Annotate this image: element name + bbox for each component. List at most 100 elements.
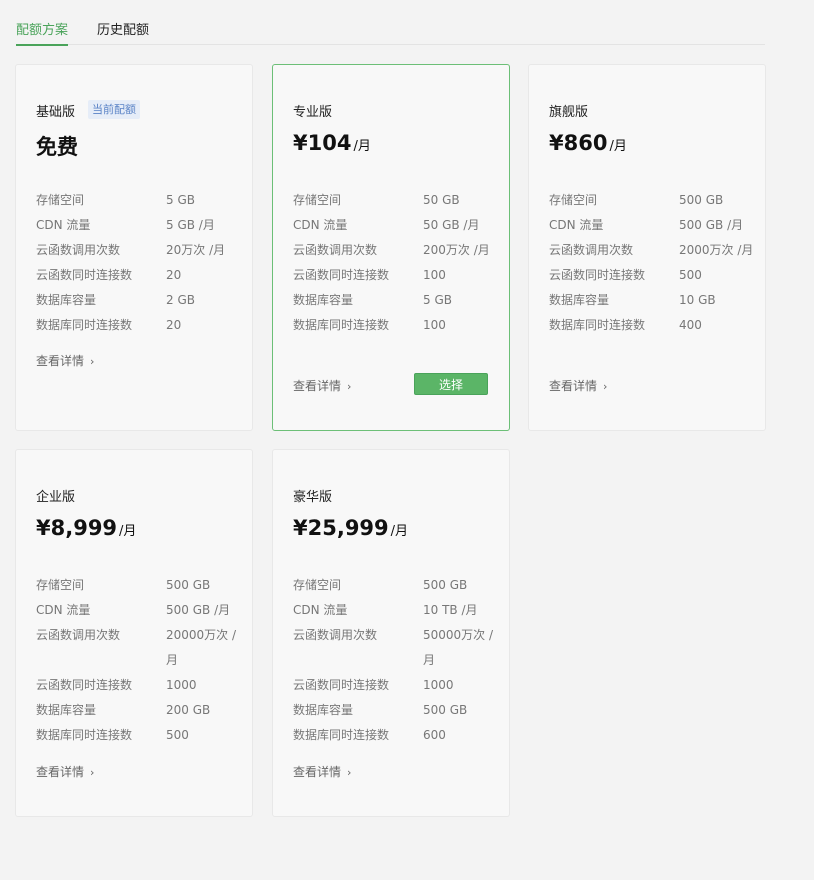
view-details-label: 查看详情 bbox=[549, 379, 598, 393]
spec-value: 20万次 /月 bbox=[166, 243, 226, 257]
spec-value: 10 GB bbox=[679, 293, 716, 307]
spec-value: 500 GB bbox=[679, 193, 724, 207]
spec-value: 20 bbox=[166, 268, 182, 282]
view-details-link[interactable]: 查看详情 › bbox=[549, 377, 607, 394]
plan-specs: 存储空间 500 GB CDN 流量 10 TB /月 云函数调用次数 50000万次… bbox=[293, 573, 498, 748]
spec-label: 云函数调用次数 bbox=[36, 628, 121, 642]
price-unit: /月 bbox=[119, 524, 137, 539]
spec-label: CDN 流量 bbox=[36, 603, 91, 617]
spec-row-calls: 云函数调用次数 20万次 /月 bbox=[36, 238, 241, 263]
view-details-label: 查看详情 bbox=[36, 765, 85, 779]
spec-label: 云函数同时连接数 bbox=[293, 678, 390, 692]
view-details-label: 查看详情 bbox=[293, 379, 342, 393]
spec-value: 400 bbox=[679, 318, 702, 332]
spec-label: CDN 流量 bbox=[293, 218, 348, 232]
plan-name: 豪华版 bbox=[293, 490, 333, 505]
spec-row-db-capacity: 数据库容量 2 GB bbox=[36, 288, 241, 313]
plan-specs: 存储空间 500 GB CDN 流量 500 GB /月 云函数调用次数 2000万次… bbox=[549, 188, 754, 338]
spec-row-db-connections: 数据库同时连接数 20 bbox=[36, 313, 241, 338]
plan-name: 企业版 bbox=[36, 490, 76, 505]
spec-row-concurrency: 云函数同时连接数 20 bbox=[36, 263, 241, 288]
spec-value: 500 bbox=[679, 268, 702, 282]
spec-row-db-capacity: 数据库容量 500 GB bbox=[293, 698, 498, 723]
spec-label: 数据库容量 bbox=[293, 703, 354, 717]
spec-row-cdn: CDN 流量 50 GB /月 bbox=[293, 213, 498, 238]
select-plan-button[interactable]: 选择 bbox=[414, 373, 488, 395]
spec-value: 50000万次 /月 bbox=[423, 628, 494, 667]
spec-label: 云函数同时连接数 bbox=[36, 678, 133, 692]
plan-specs: 存储空间 500 GB CDN 流量 500 GB /月 云函数调用次数 20000万… bbox=[36, 573, 241, 748]
price-amount: ¥25,999 bbox=[293, 516, 389, 540]
price-unit: /月 bbox=[353, 139, 371, 154]
view-details-link[interactable]: 查看详情 › bbox=[293, 763, 351, 780]
chevron-right-icon: › bbox=[347, 380, 352, 393]
spec-value: 5 GB /月 bbox=[166, 218, 215, 232]
spec-row-storage: 存储空间 500 GB bbox=[36, 573, 241, 598]
view-details-link[interactable]: 查看详情 › bbox=[293, 377, 351, 394]
spec-value: 2 GB bbox=[166, 293, 195, 307]
spec-value: 500 GB bbox=[423, 703, 468, 717]
spec-value: 500 GB bbox=[166, 578, 211, 592]
spec-row-calls: 云函数调用次数 2000万次 /月 bbox=[549, 238, 754, 263]
spec-label: 数据库同时连接数 bbox=[549, 318, 646, 332]
price-unit: /月 bbox=[609, 139, 627, 154]
spec-row-concurrency: 云函数同时连接数 1000 bbox=[293, 673, 498, 698]
chevron-right-icon: › bbox=[347, 766, 352, 779]
spec-label: CDN 流量 bbox=[293, 603, 348, 617]
spec-label: 云函数调用次数 bbox=[293, 243, 378, 257]
spec-value: 100 bbox=[423, 318, 446, 332]
spec-row-storage: 存储空间 5 GB bbox=[36, 188, 241, 213]
chevron-right-icon: › bbox=[90, 355, 95, 368]
spec-value: 100 bbox=[423, 268, 446, 282]
plan-card-flagship[interactable]: 旗舰版 ¥860/月 存储空间 500 GB CDN 流量 500 GB /月 云函… bbox=[528, 64, 766, 431]
plan-name: 旗舰版 bbox=[549, 105, 589, 120]
plan-card-pro[interactable]: 专业版 ¥104/月 存储空间 50 GB CDN 流量 50 GB /月 云函数调… bbox=[272, 64, 510, 431]
plan-price: ¥8,999/月 bbox=[36, 516, 136, 540]
tab-quota-history[interactable]: 历史配额 bbox=[97, 20, 149, 44]
current-plan-badge: 当前配额 bbox=[88, 100, 140, 119]
plan-card-enterprise[interactable]: 企业版 ¥8,999/月 存储空间 500 GB CDN 流量 500 GB /月 … bbox=[15, 449, 253, 817]
spec-label: 数据库容量 bbox=[36, 703, 97, 717]
view-details-link[interactable]: 查看详情 › bbox=[36, 763, 94, 780]
spec-value: 5 GB bbox=[423, 293, 452, 307]
spec-value: 50 GB bbox=[423, 193, 460, 207]
plan-price: ¥104/月 bbox=[293, 131, 371, 155]
spec-label: 云函数同时连接数 bbox=[293, 268, 390, 282]
spec-row-storage: 存储空间 50 GB bbox=[293, 188, 498, 213]
spec-value: 200 GB bbox=[166, 703, 211, 717]
price-amount: ¥8,999 bbox=[36, 516, 118, 540]
spec-row-cdn: CDN 流量 5 GB /月 bbox=[36, 213, 241, 238]
chevron-right-icon: › bbox=[603, 380, 608, 393]
spec-label: 存储空间 bbox=[36, 193, 85, 207]
tab-quota-plans[interactable]: 配额方案 bbox=[16, 20, 69, 46]
price-amount: ¥860 bbox=[549, 131, 608, 155]
price-unit: /月 bbox=[390, 524, 409, 539]
spec-row-db-capacity: 数据库容量 10 GB bbox=[549, 288, 754, 313]
spec-row-db-connections: 数据库同时连接数 500 bbox=[36, 723, 241, 748]
plan-card-luxury[interactable]: 豪华版 ¥25,999/月 存储空间 500 GB CDN 流量 10 TB /月 … bbox=[272, 449, 510, 817]
spec-row-cdn: CDN 流量 500 GB /月 bbox=[549, 213, 754, 238]
plan-price: ¥860/月 bbox=[549, 131, 627, 155]
spec-row-concurrency: 云函数同时连接数 1000 bbox=[36, 673, 241, 698]
spec-row-cdn: CDN 流量 10 TB /月 bbox=[293, 598, 498, 623]
spec-label: 数据库同时连接数 bbox=[36, 728, 133, 742]
price-amount: 免费 bbox=[36, 135, 78, 159]
spec-value: 500 GB /月 bbox=[679, 218, 744, 232]
spec-row-calls: 云函数调用次数 20000万次 /月 bbox=[36, 623, 241, 673]
plan-price: ¥25,999/月 bbox=[293, 516, 408, 540]
view-details-link[interactable]: 查看详情 › bbox=[36, 352, 94, 369]
plan-specs: 存储空间 5 GB CDN 流量 5 GB /月 云函数调用次数 20万次 /月 云函… bbox=[36, 188, 241, 338]
spec-label: 数据库同时连接数 bbox=[293, 318, 390, 332]
spec-row-db-connections: 数据库同时连接数 400 bbox=[549, 313, 754, 338]
spec-row-cdn: CDN 流量 500 GB /月 bbox=[36, 598, 241, 623]
spec-value: 500 GB bbox=[423, 578, 468, 592]
plan-name: 基础版 bbox=[36, 105, 76, 120]
spec-value: 20 bbox=[166, 318, 182, 332]
spec-label: 存储空间 bbox=[549, 193, 598, 207]
spec-label: 云函数调用次数 bbox=[36, 243, 121, 257]
plan-card-basic: 基础版 当前配额 免费 存储空间 5 GB CDN 流量 5 GB /月 云函数调用… bbox=[15, 64, 253, 431]
spec-value: 1000 bbox=[166, 678, 197, 692]
spec-value: 1000 bbox=[423, 678, 454, 692]
price-amount: ¥104 bbox=[293, 131, 352, 155]
spec-label: 数据库容量 bbox=[36, 293, 97, 307]
